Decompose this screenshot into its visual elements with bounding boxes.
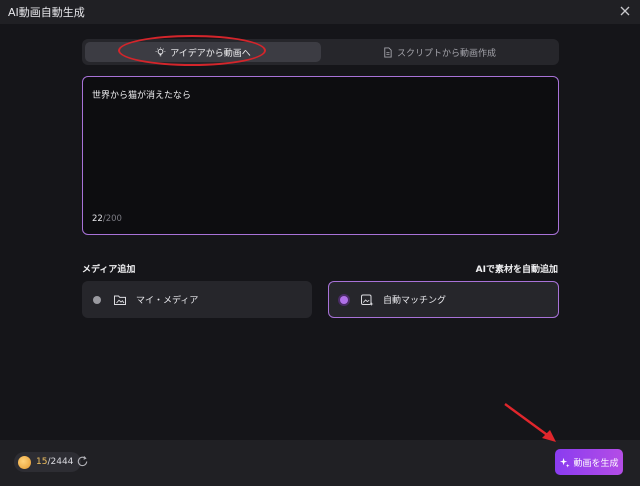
folder-media-icon: [114, 295, 126, 305]
tab-script-label: スクリプトから動画作成: [396, 48, 496, 59]
prompt-text: 世界から猫が消えたなら: [92, 91, 192, 101]
char-count-current: 22: [92, 214, 103, 224]
generate-video-button[interactable]: 動画を生成: [555, 449, 623, 475]
option-my-media[interactable]: マイ・メディア: [82, 281, 312, 318]
credits-total: /2444: [47, 457, 74, 467]
option-auto-matching[interactable]: 自動マッチング: [328, 281, 559, 318]
footer-bar: 15/2444: [0, 440, 640, 486]
credits-used: 15: [36, 457, 48, 467]
title-bar: AI動画自動生成: [0, 0, 640, 24]
tab-idea-label: アイデアから動画へ: [170, 48, 251, 59]
tab-idea-to-video[interactable]: アイデアから動画へ: [85, 42, 321, 62]
window-title: AI動画自動生成: [8, 6, 85, 19]
option-my-media-label: マイ・メディア: [136, 296, 199, 306]
option-auto-matching-label: 自動マッチング: [383, 296, 447, 306]
radio-my-media[interactable]: [93, 295, 101, 304]
refresh-icon[interactable]: [76, 455, 89, 468]
prompt-textarea[interactable]: 世界から猫が消えたなら 22/200: [82, 76, 559, 235]
sparkle-icon: [560, 457, 571, 468]
lightbulb-icon: [155, 47, 166, 56]
annotation-arrow: [504, 403, 556, 442]
tab-script-to-video[interactable]: スクリプトから動画作成: [322, 42, 556, 62]
char-count-max: /200: [102, 214, 122, 224]
radio-auto-matching[interactable]: [340, 295, 348, 304]
media-add-heading: メディア追加: [82, 265, 136, 275]
credits-badge: 15/2444: [14, 452, 82, 472]
mode-tabs: アイデアから動画へ スクリプトから動画作成: [82, 39, 559, 65]
character-counter: 22/200: [92, 214, 122, 224]
image-sparkle-icon: [361, 294, 374, 306]
ai-auto-add-heading: AIで素材を自動追加: [475, 265, 558, 275]
generate-video-label: 動画を生成: [573, 458, 619, 469]
close-icon[interactable]: [618, 4, 632, 18]
coin-icon: [18, 455, 31, 469]
script-document-icon: [384, 46, 392, 58]
